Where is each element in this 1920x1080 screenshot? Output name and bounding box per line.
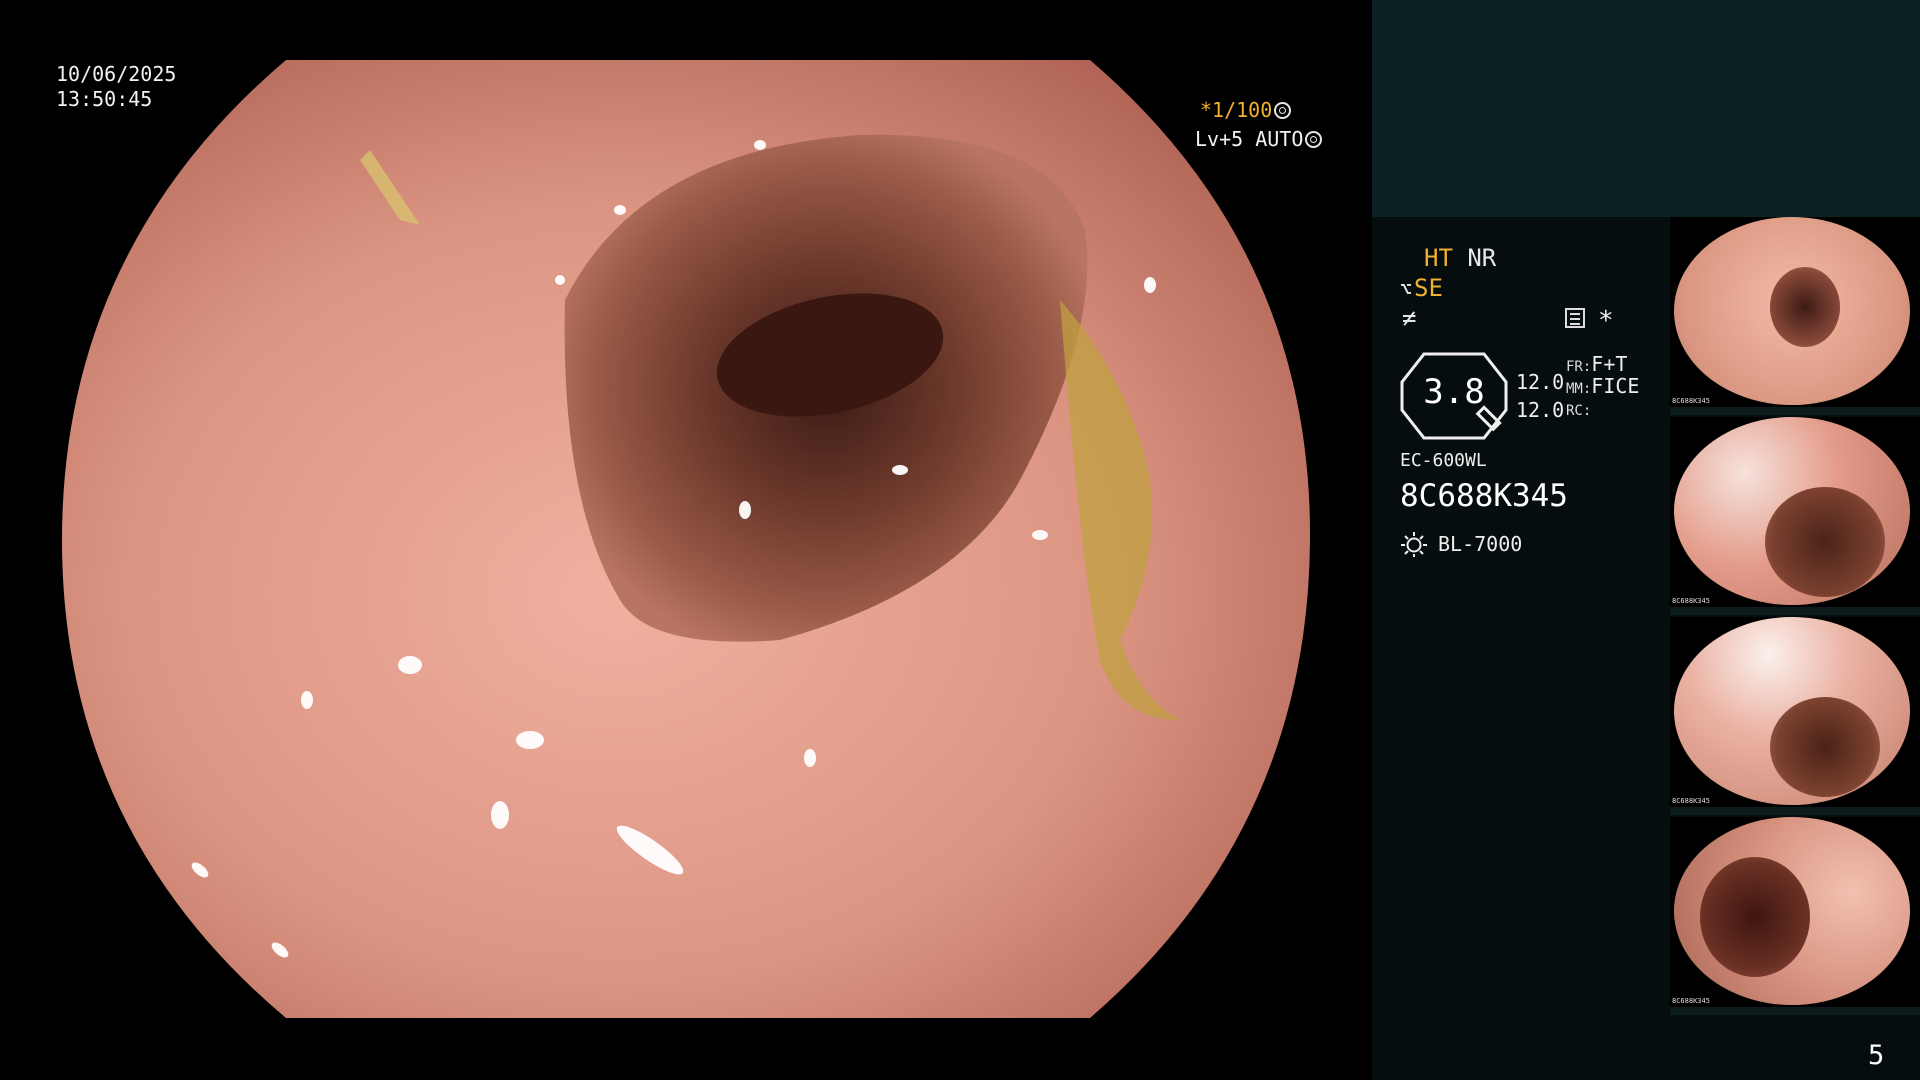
se-row: ⌥SE [1400, 274, 1443, 302]
thumbnail-3[interactable]: 8C688K345 [1670, 617, 1920, 815]
shutter-readout: *1/100 [1200, 98, 1292, 122]
lumen [1700, 857, 1810, 977]
thumbnail-bar [1670, 607, 1920, 615]
mm-label: MM: [1566, 381, 1592, 397]
enhance-icon: ≠ [1402, 304, 1417, 332]
level-value: Lv+5 AUTO [1195, 127, 1304, 151]
thumbnail-bar [1670, 1007, 1920, 1015]
fr-row: FR:F+T [1566, 352, 1627, 376]
lumen [1765, 487, 1885, 597]
value-1: 12.0 [1516, 370, 1565, 394]
thumbnail-caption: 8C688K345 [1672, 797, 1710, 805]
date: 10/06/2025 [56, 62, 177, 86]
lumen [1770, 697, 1880, 797]
structure-icon: ⌥ [1400, 277, 1413, 301]
light-source: BL-7000 [1438, 532, 1523, 556]
mm-value: FICE [1591, 374, 1640, 398]
page-number: 5 [1868, 1040, 1885, 1071]
star-marker: * [1598, 306, 1614, 336]
value-2: 12.0 [1516, 398, 1565, 422]
ht-nr-row: HT NR [1424, 244, 1496, 272]
mm-row: MM:FICE [1566, 374, 1639, 398]
time: 13:50:45 [56, 87, 153, 111]
thumbnail-4[interactable]: 8C688K345 [1670, 817, 1920, 1015]
rc-label: RC: [1566, 403, 1592, 419]
shutter-value: *1/100 [1200, 98, 1273, 122]
level-readout: Lv+5 AUTO [1195, 127, 1323, 151]
zoom-value: 3.8 [1423, 372, 1485, 412]
thumbnail-bar [1670, 807, 1920, 815]
thumbnail-caption: 8C688K345 [1672, 597, 1710, 605]
auto-iris-icon [1305, 131, 1323, 148]
panel-header [1372, 0, 1920, 217]
ht-label: HT [1424, 244, 1453, 272]
thumbnail-caption: 8C688K345 [1672, 397, 1710, 405]
light-source-icon [1401, 532, 1427, 557]
scope-model: EC-600WL [1400, 450, 1487, 471]
date-time: 10/06/2025 13:50:45 [56, 62, 176, 112]
rc-row: RC: [1566, 400, 1591, 419]
lumen [1770, 267, 1840, 347]
nr-label: NR [1467, 244, 1497, 272]
scope-serial: 8C688K345 [1400, 478, 1568, 514]
thumbnail-bar [1670, 407, 1920, 415]
thumbnail-caption: 8C688K345 [1672, 997, 1710, 1005]
se-label: SE [1414, 274, 1443, 302]
endoscope-image [62, 60, 1311, 1018]
thumbnail-1[interactable]: 8C688K345 [1670, 217, 1920, 415]
thumbnail-2[interactable]: 8C688K345 [1670, 417, 1920, 615]
settings-list-icon [1565, 308, 1585, 328]
fr-label: FR: [1566, 359, 1592, 375]
shutter-icon [1274, 102, 1292, 119]
fr-value: F+T [1591, 352, 1628, 376]
